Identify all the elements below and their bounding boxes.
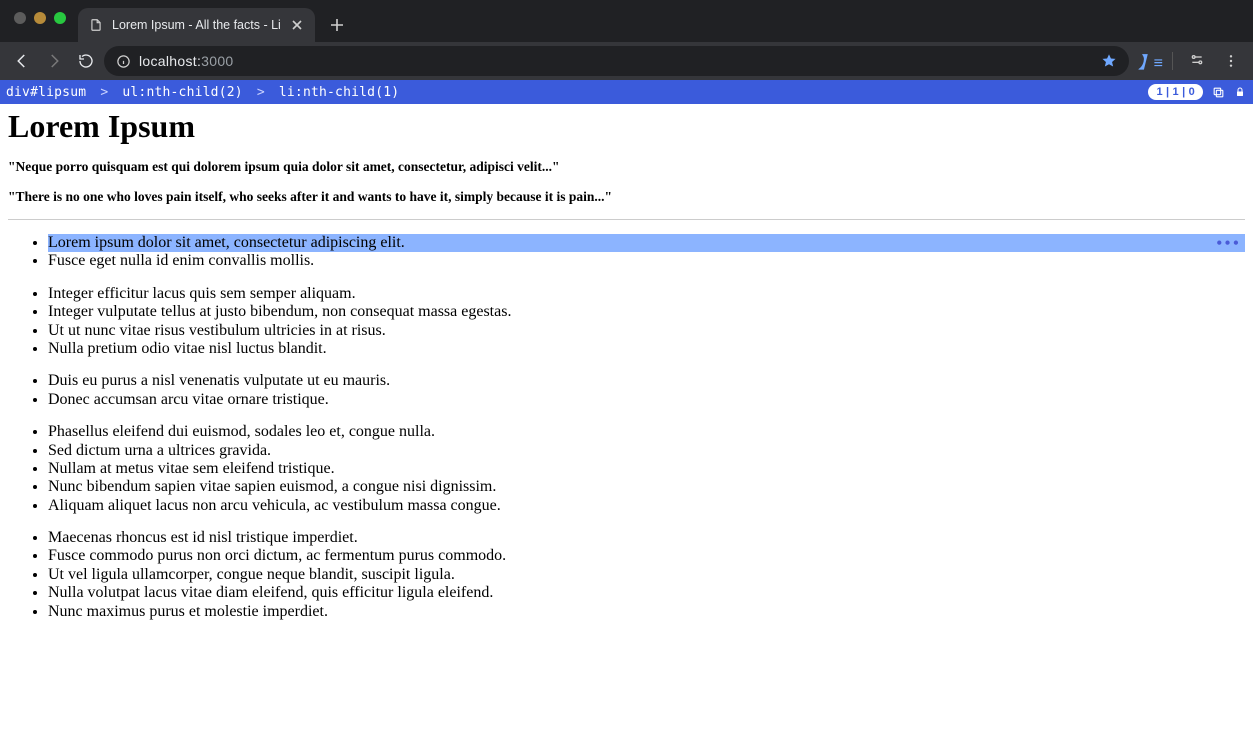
list-item: Nulla pretium odio vitae nisl luctus bla… (48, 340, 1245, 358)
list-4: Phasellus eleifend dui euismod, sodales … (8, 423, 1245, 515)
list-item: Duis eu purus a nisl venenatis vulputate… (48, 372, 1245, 390)
page-icon (88, 17, 104, 33)
list-item: Fusce commodo purus non orci dictum, ac … (48, 547, 1245, 565)
list-item: Integer efficitur lacus quis sem semper … (48, 285, 1245, 303)
list-item: Donec accumsan arcu vitae ornare tristiq… (48, 391, 1245, 409)
crumb-2[interactable]: ul:nth-child(2) (122, 85, 242, 100)
list-item: Nunc maximus purus et molestie imperdiet… (48, 603, 1245, 621)
list-3: Duis eu purus a nisl venenatis vulputate… (8, 372, 1245, 409)
new-tab-button[interactable] (323, 11, 351, 39)
crumb-1[interactable]: div#lipsum (6, 85, 86, 100)
list-item: Maecenas rhoncus est id nisl tristique i… (48, 529, 1245, 547)
selection-count-badge: 1 | 1 | 0 (1148, 84, 1203, 100)
list-5: Maecenas rhoncus est id nisl tristique i… (8, 529, 1245, 621)
forward-button[interactable] (40, 47, 68, 75)
tab-title: Lorem Ipsum - All the facts - Li (112, 18, 281, 32)
selector-path: div#lipsum > ul:nth-child(2) > li:nth-ch… (6, 85, 399, 100)
url-text: localhost:3000 (139, 53, 234, 69)
browser-chrome: Lorem Ipsum - All the facts - Li localho… (0, 0, 1253, 80)
toolbar-right: 】≡ (1133, 47, 1245, 75)
address-bar[interactable]: localhost:3000 (104, 46, 1129, 76)
subtitle-english: "There is no one who loves pain itself, … (8, 189, 1245, 205)
window-controls (8, 0, 72, 42)
subtitle-latin: "Neque porro quisquam est qui dolorem ip… (8, 159, 1245, 175)
list-item: Phasellus eleifend dui euismod, sodales … (48, 423, 1245, 441)
list-2: Integer efficitur lacus quis sem semper … (8, 285, 1245, 359)
lock-icon[interactable] (1233, 85, 1247, 99)
list-item: Nullam at metus vitae sem eleifend trist… (48, 460, 1245, 478)
crumb-sep: > (100, 85, 108, 100)
copy-icon[interactable] (1211, 85, 1225, 99)
list-item: Fusce eget nulla id enim convallis molli… (48, 252, 1245, 270)
list-item: Integer vulputate tellus at justo bibend… (48, 303, 1245, 321)
selected-text: Lorem ipsum dolor sit amet, consectetur … (48, 234, 1245, 252)
media-controls-icon[interactable] (1183, 47, 1211, 75)
divider (8, 219, 1245, 220)
ellipsis-icon[interactable]: ••• (1216, 234, 1241, 252)
list-item: Sed dictum urna a ultrices gravida. (48, 442, 1245, 460)
list-item: Aliquam aliquet lacus non arcu vehicula,… (48, 497, 1245, 515)
url-host: localhost: (139, 53, 201, 69)
window-maximize-dot[interactable] (54, 12, 66, 24)
bookmark-star-icon[interactable] (1101, 53, 1117, 69)
list-1: Lorem ipsum dolor sit amet, consectetur … (8, 234, 1245, 271)
kebab-menu-icon[interactable] (1217, 47, 1245, 75)
list-item: Nunc bibendum sapien vitae sapien euismo… (48, 478, 1245, 496)
extension-icon[interactable]: 】≡ (1139, 49, 1162, 73)
page-title: Lorem Ipsum (8, 108, 1245, 145)
reload-button[interactable] (72, 47, 100, 75)
browser-tab[interactable]: Lorem Ipsum - All the facts - Li (78, 8, 315, 42)
back-button[interactable] (8, 47, 36, 75)
list-item: Ut ut nunc vitae risus vestibulum ultric… (48, 322, 1245, 340)
browser-toolbar: localhost:3000 】≡ (0, 42, 1253, 80)
list-item[interactable]: Lorem ipsum dolor sit amet, consectetur … (48, 234, 1245, 252)
list-item: Nulla volutpat lacus vitae diam eleifend… (48, 584, 1245, 602)
crumb-3[interactable]: li:nth-child(1) (279, 85, 399, 100)
crumb-sep: > (257, 85, 265, 100)
tab-strip: Lorem Ipsum - All the facts - Li (0, 0, 1253, 42)
list-item: Ut vel ligula ullamcorper, congue neque … (48, 566, 1245, 584)
page-content: Lorem Ipsum "Neque porro quisquam est qu… (0, 104, 1253, 643)
toolbar-separator (1172, 52, 1173, 70)
site-info-icon[interactable] (116, 54, 131, 69)
breadcrumb-tools: 1 | 1 | 0 (1148, 84, 1247, 100)
tab-close-icon[interactable] (289, 17, 305, 33)
window-minimize-dot[interactable] (34, 12, 46, 24)
selector-breadcrumb-bar[interactable]: div#lipsum > ul:nth-child(2) > li:nth-ch… (0, 80, 1253, 104)
url-port: 3000 (201, 53, 233, 69)
window-close-dot[interactable] (14, 12, 26, 24)
